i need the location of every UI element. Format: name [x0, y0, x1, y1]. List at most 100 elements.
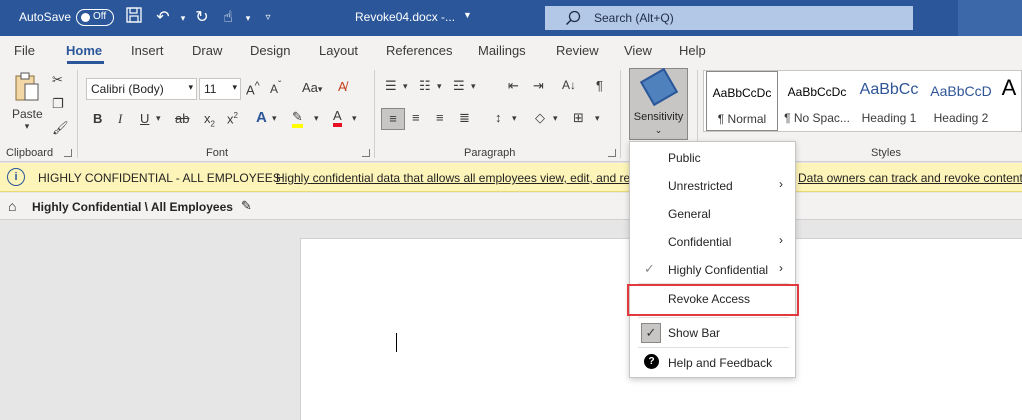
tab-file[interactable]: File [14, 43, 35, 58]
text-effects-dropdown-icon[interactable]: ▾ [272, 113, 277, 124]
paragraph-launcher-icon[interactable] [608, 149, 616, 157]
highlight-dropdown-icon[interactable]: ▾ [314, 113, 319, 124]
multilevel-list-icon[interactable]: ☲ [453, 78, 465, 94]
redo-icon[interactable]: ↻ [192, 7, 212, 29]
tab-view[interactable]: View [624, 43, 652, 58]
menu-item-confidential[interactable]: Confidential › [630, 227, 795, 255]
bold-button[interactable]: B [93, 111, 102, 126]
customize-qat-icon[interactable]: ▿ [258, 7, 278, 29]
paste-button[interactable]: Paste ▾ [12, 72, 43, 134]
style-preview: AaBbCcDc [787, 85, 847, 99]
style-title[interactable]: A [997, 71, 1021, 131]
tab-review[interactable]: Review [556, 43, 599, 58]
strikethrough-button[interactable]: ab [175, 111, 189, 126]
menu-item-unrestricted[interactable]: Unrestricted › [630, 171, 795, 199]
bullets-icon[interactable]: ☰ [385, 78, 397, 94]
touch-mode-icon[interactable]: ☝ [218, 7, 238, 29]
align-center-button[interactable]: ≡ [412, 110, 420, 125]
undo-dropdown-icon[interactable]: ▾ [173, 7, 193, 29]
tab-references[interactable]: References [386, 43, 452, 58]
clipboard-launcher-icon[interactable] [64, 149, 72, 157]
style-no-spacing[interactable]: AaBbCcDc ¶ No Spac... [781, 71, 853, 131]
shrink-font-icon[interactable]: Aˇ [270, 80, 281, 96]
sort-icon[interactable]: A↓ [562, 78, 576, 92]
style-heading-2[interactable]: AaBbCcD Heading 2 [925, 71, 997, 131]
bullets-dropdown-icon[interactable]: ▾ [403, 81, 408, 92]
account-area[interactable] [958, 0, 1022, 36]
menu-item-general[interactable]: General [630, 199, 795, 227]
shading-icon[interactable]: ◇ [535, 110, 545, 126]
tab-layout[interactable]: Layout [319, 43, 358, 58]
document-dropdown-icon[interactable]: ▼ [463, 10, 472, 20]
line-spacing-icon[interactable]: ↕ [495, 110, 502, 125]
sensitivity-description-link[interactable]: Highly confidential data that allows all… [276, 171, 630, 185]
subscript-button[interactable]: x2 [204, 111, 215, 129]
save-icon[interactable] [124, 7, 144, 29]
tab-mailings[interactable]: Mailings [478, 43, 526, 58]
document-name[interactable]: Revoke04.docx -... [355, 10, 455, 24]
autosave-toggle[interactable]: Off [76, 9, 114, 26]
cut-icon[interactable]: ✂ [52, 72, 63, 88]
underline-dropdown-icon[interactable]: ▾ [156, 113, 161, 124]
tab-design[interactable]: Design [250, 43, 290, 58]
sensitivity-description-link-end[interactable]: Data owners can track and revoke content… [798, 171, 1022, 185]
toggle-knob [81, 13, 90, 22]
highlight-icon[interactable]: ✎ [292, 110, 303, 128]
ribbon-tabs: File Home Insert Draw Design Layout Refe… [0, 36, 1022, 64]
copy-icon[interactable]: ❐ [52, 96, 64, 112]
numbering-icon[interactable]: ☷ [419, 78, 431, 94]
menu-item-help-feedback[interactable]: ? Help and Feedback [630, 348, 795, 376]
tab-help[interactable]: Help [679, 43, 706, 58]
title-bar: AutoSave Off ↶ ▾ ↻ ☝ ▾ ▿ Revoke04.docx -… [0, 0, 1022, 36]
text-effects-icon[interactable]: A [256, 109, 267, 126]
search-box[interactable]: Search (Alt+Q) [545, 6, 913, 30]
line-spacing-dropdown-icon[interactable]: ▾ [512, 113, 517, 124]
tab-draw[interactable]: Draw [192, 43, 222, 58]
align-right-button[interactable]: ≡ [436, 110, 444, 125]
align-left-button[interactable]: ≡ [381, 108, 405, 130]
ribbon: Paste ▾ ✂ ❐ 🖌 Clipboard Calibri (Body) ▾… [0, 64, 1022, 162]
undo-icon[interactable]: ↶ [153, 7, 173, 29]
style-preview: AaBbCcDc [712, 86, 772, 100]
borders-icon[interactable]: ⊞ [573, 110, 584, 126]
sensitivity-button[interactable]: Sensitivity ⌄ [629, 67, 688, 140]
shading-dropdown-icon[interactable]: ▾ [553, 113, 558, 124]
styles-gallery[interactable]: AaBbCcDc ¶ Normal AaBbCcDc ¶ No Spac... … [703, 70, 1022, 132]
grow-font-icon[interactable]: A^ [246, 80, 260, 97]
style-name: Heading 1 [861, 111, 917, 125]
style-name: ¶ No Spac... [784, 111, 850, 125]
touch-dropdown-icon[interactable]: ▾ [238, 7, 258, 29]
text-cursor [396, 333, 397, 352]
borders-dropdown-icon[interactable]: ▾ [595, 113, 600, 124]
clear-formatting-icon[interactable]: A̸ [338, 79, 347, 94]
show-formatting-icon[interactable]: ¶ [596, 78, 603, 93]
sensitivity-info-bar: i HIGHLY CONFIDENTIAL - ALL EMPLOYEES Hi… [0, 163, 1022, 192]
font-color-dropdown-icon[interactable]: ▾ [352, 113, 357, 124]
superscript-button[interactable]: x2 [227, 111, 238, 126]
decrease-indent-icon[interactable]: ⇤ [508, 78, 519, 94]
tab-insert[interactable]: Insert [131, 43, 164, 58]
sensitivity-label: Sensitivity [633, 111, 684, 123]
tab-home[interactable]: Home [66, 43, 102, 58]
font-size-combo[interactable]: 11 ▾ [199, 78, 241, 100]
numbering-dropdown-icon[interactable]: ▾ [437, 81, 442, 92]
menu-item-revoke-access[interactable]: Revoke Access [627, 284, 799, 316]
menu-item-show-bar[interactable]: ✓ Show Bar [630, 318, 795, 346]
font-color-icon[interactable]: A [333, 109, 342, 127]
font-launcher-icon[interactable] [362, 149, 370, 157]
style-normal[interactable]: AaBbCcDc ¶ Normal [706, 71, 778, 131]
sensitivity-label-title: HIGHLY CONFIDENTIAL - ALL EMPLOYEES [38, 171, 281, 185]
menu-item-public[interactable]: Public [630, 143, 795, 171]
font-name-combo[interactable]: Calibri (Body) ▾ [86, 78, 197, 100]
pencil-icon[interactable]: ✎ [241, 198, 252, 214]
menu-item-highly-confidential[interactable]: ✓ Highly Confidential › [630, 255, 795, 283]
format-painter-icon[interactable]: 🖌 [52, 120, 69, 136]
justify-button[interactable]: ≣ [459, 110, 470, 126]
italic-button[interactable]: I [118, 111, 122, 127]
multilevel-dropdown-icon[interactable]: ▾ [471, 81, 476, 92]
group-label-styles: Styles [871, 147, 901, 159]
increase-indent-icon[interactable]: ⇥ [533, 78, 544, 94]
change-case-icon[interactable]: Aa▾ [302, 80, 322, 95]
underline-button[interactable]: U [140, 111, 149, 126]
style-heading-1[interactable]: AaBbCc Heading 1 [853, 71, 925, 131]
